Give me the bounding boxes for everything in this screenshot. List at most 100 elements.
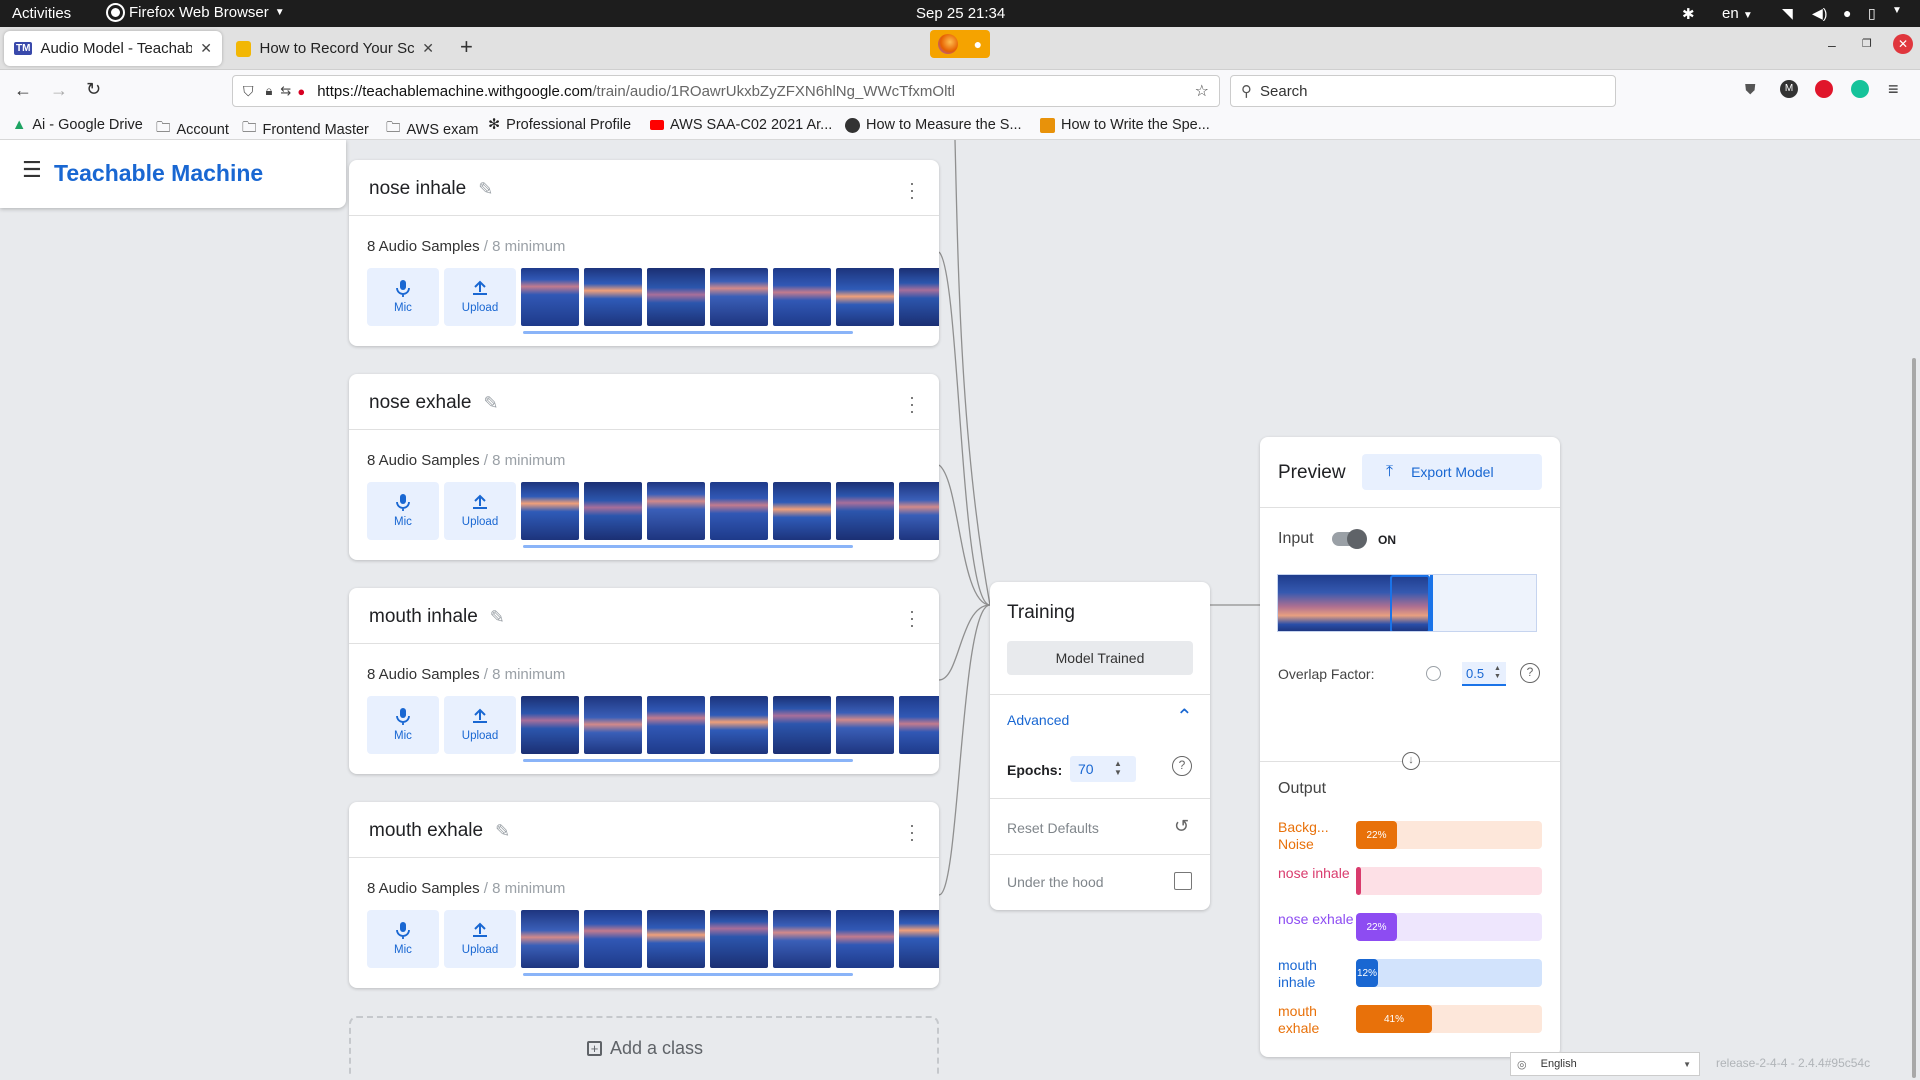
clock[interactable]: Sep 25 21:34 [916,5,1005,22]
help-icon[interactable]: ? [1520,663,1540,683]
app-menu[interactable]: Firefox Web Browser ▼ [108,4,285,21]
audio-sample-thumbnail[interactable] [710,910,768,968]
audio-sample-thumbnail[interactable] [773,696,831,754]
shield-icon[interactable]: ⛉ [243,83,254,100]
tab-record-screen[interactable]: How to Record Your Scre ✕ [226,31,444,66]
thumbnail-scroll-indicator[interactable] [523,973,853,976]
audio-sample-thumbnail[interactable] [899,696,939,754]
chart-icon[interactable] [1174,872,1192,890]
add-class-button[interactable]: + Add a class [349,1016,939,1076]
mic-indicator-icon[interactable]: ● [1843,5,1851,21]
audio-sample-thumbnail[interactable] [710,268,768,326]
extension-opera-icon[interactable] [1815,80,1833,98]
activities-button[interactable]: Activities [12,5,71,22]
advanced-toggle[interactable]: Advanced [1007,712,1069,728]
mic-button[interactable]: Mic [367,482,439,540]
audio-sample-thumbnail[interactable] [710,696,768,754]
class-title[interactable]: mouth exhale ✎ [369,820,510,842]
audio-sample-thumbnail[interactable] [836,482,894,540]
history-icon[interactable]: ↺ [1174,816,1189,837]
more-options-icon[interactable]: · · · [909,174,915,206]
audio-sample-thumbnail[interactable] [899,910,939,968]
upload-button[interactable]: Upload [444,696,516,754]
scrollbar[interactable] [1912,358,1916,1078]
thumbnail-scroll-indicator[interactable] [523,331,853,334]
chevron-up-icon[interactable]: ⌃ [1176,704,1193,729]
menu-icon[interactable]: ☰ [22,157,42,183]
battery-icon[interactable]: ▯ [1868,5,1876,22]
audio-sample-thumbnail[interactable] [521,910,579,968]
mic-button[interactable]: Mic [367,910,439,968]
reload-icon[interactable]: ↻ [86,79,101,100]
class-title[interactable]: nose exhale ✎ [369,392,499,414]
upload-button[interactable]: Upload [444,910,516,968]
audio-sample-thumbnail[interactable] [899,268,939,326]
audio-sample-thumbnail[interactable] [710,482,768,540]
close-tab-icon[interactable]: ✕ [200,40,212,57]
close-tab-icon[interactable]: ✕ [422,40,434,57]
pocket-icon[interactable]: ⛊ [1745,81,1756,98]
app-title[interactable]: Teachable Machine [54,160,263,187]
language-select[interactable]: ◎ English ▼ [1510,1052,1700,1076]
edit-pencil-icon[interactable]: ✎ [495,821,510,842]
edit-pencil-icon[interactable]: ✎ [490,607,505,628]
export-model-button[interactable]: ⤒ Export Model [1362,454,1542,490]
bookmark-item[interactable]: ✻ Professional Profile [488,117,631,133]
audio-sample-thumbnail[interactable] [899,482,939,540]
mic-button[interactable]: Mic [367,696,439,754]
class-title[interactable]: nose inhale ✎ [369,178,493,200]
restore-icon[interactable]: ❐ [1862,37,1872,50]
reset-defaults-button[interactable]: Reset Defaults [1007,820,1099,836]
close-window-icon[interactable]: ✕ [1893,34,1913,54]
microphone-permission-icon[interactable]: ● [297,84,305,99]
under-the-hood-button[interactable]: Under the hood [1007,874,1104,890]
forward-icon[interactable]: → [50,80,68,101]
model-trained-button[interactable]: Model Trained [1007,641,1193,675]
wifi-icon[interactable]: ◥ [1782,5,1793,22]
lock-icon[interactable]: 🔒︎ [266,83,273,99]
bookmark-item[interactable]: ▲ Ai - Google Drive [12,117,143,133]
audio-sample-thumbnail[interactable] [584,268,642,326]
url-bar[interactable]: ⛉ 🔒︎ ⇆ ● https://teachablemachine.withgo… [232,75,1220,107]
audio-sample-thumbnail[interactable] [521,268,579,326]
class-title[interactable]: mouth inhale ✎ [369,606,505,628]
more-options-icon[interactable]: · · · [909,388,915,420]
bookmark-item[interactable]: AWS SAA-C02 2021 Ar... [650,117,832,133]
bookmark-folder[interactable]: 🗀︎ Account [156,117,229,142]
audio-sample-thumbnail[interactable] [647,696,705,754]
hamburger-menu-icon[interactable]: ≡ [1888,79,1899,100]
sharing-indicator[interactable]: ● [930,30,990,58]
permissions-icon[interactable]: ⇆ [280,83,291,99]
audio-sample-thumbnail[interactable] [521,482,579,540]
audio-sample-thumbnail[interactable] [836,696,894,754]
thumbnail-scroll-indicator[interactable] [523,759,853,762]
new-tab-icon[interactable]: + [460,34,473,60]
audio-sample-thumbnail[interactable] [773,910,831,968]
more-options-icon[interactable]: · · · [909,602,915,634]
audio-sample-thumbnail[interactable] [836,268,894,326]
audio-sample-thumbnail[interactable] [584,696,642,754]
back-icon[interactable]: ← [14,80,32,101]
audio-sample-thumbnail[interactable] [836,910,894,968]
system-menu-chevron-icon[interactable]: ▼ [1892,5,1902,16]
help-icon[interactable]: ? [1172,756,1192,776]
audio-sample-thumbnail[interactable] [647,910,705,968]
overlap-radio[interactable] [1426,666,1441,681]
input-toggle[interactable] [1332,529,1367,549]
upload-button[interactable]: Upload [444,482,516,540]
thumbnail-scroll-indicator[interactable] [523,545,853,548]
url-text[interactable]: https://teachablemachine.withgoogle.com/… [317,83,955,100]
edit-pencil-icon[interactable]: ✎ [483,393,498,414]
stepper-icon[interactable]: ▲ ▼ [1494,665,1501,681]
audio-sample-thumbnail[interactable] [773,482,831,540]
overlap-factor-input[interactable]: 0.5 ▲ ▼ [1462,662,1506,686]
edit-pencil-icon[interactable]: ✎ [478,179,493,200]
volume-icon[interactable]: ◀) [1812,5,1827,22]
upload-button[interactable]: Upload [444,268,516,326]
more-options-icon[interactable]: · · · [909,816,915,848]
minimize-icon[interactable]: – [1828,37,1836,53]
bookmark-folder[interactable]: 🗀︎ AWS exam [386,117,478,142]
audio-sample-thumbnail[interactable] [773,268,831,326]
audio-sample-thumbnail[interactable] [521,696,579,754]
network-icon[interactable]: ✱ [1682,5,1695,23]
